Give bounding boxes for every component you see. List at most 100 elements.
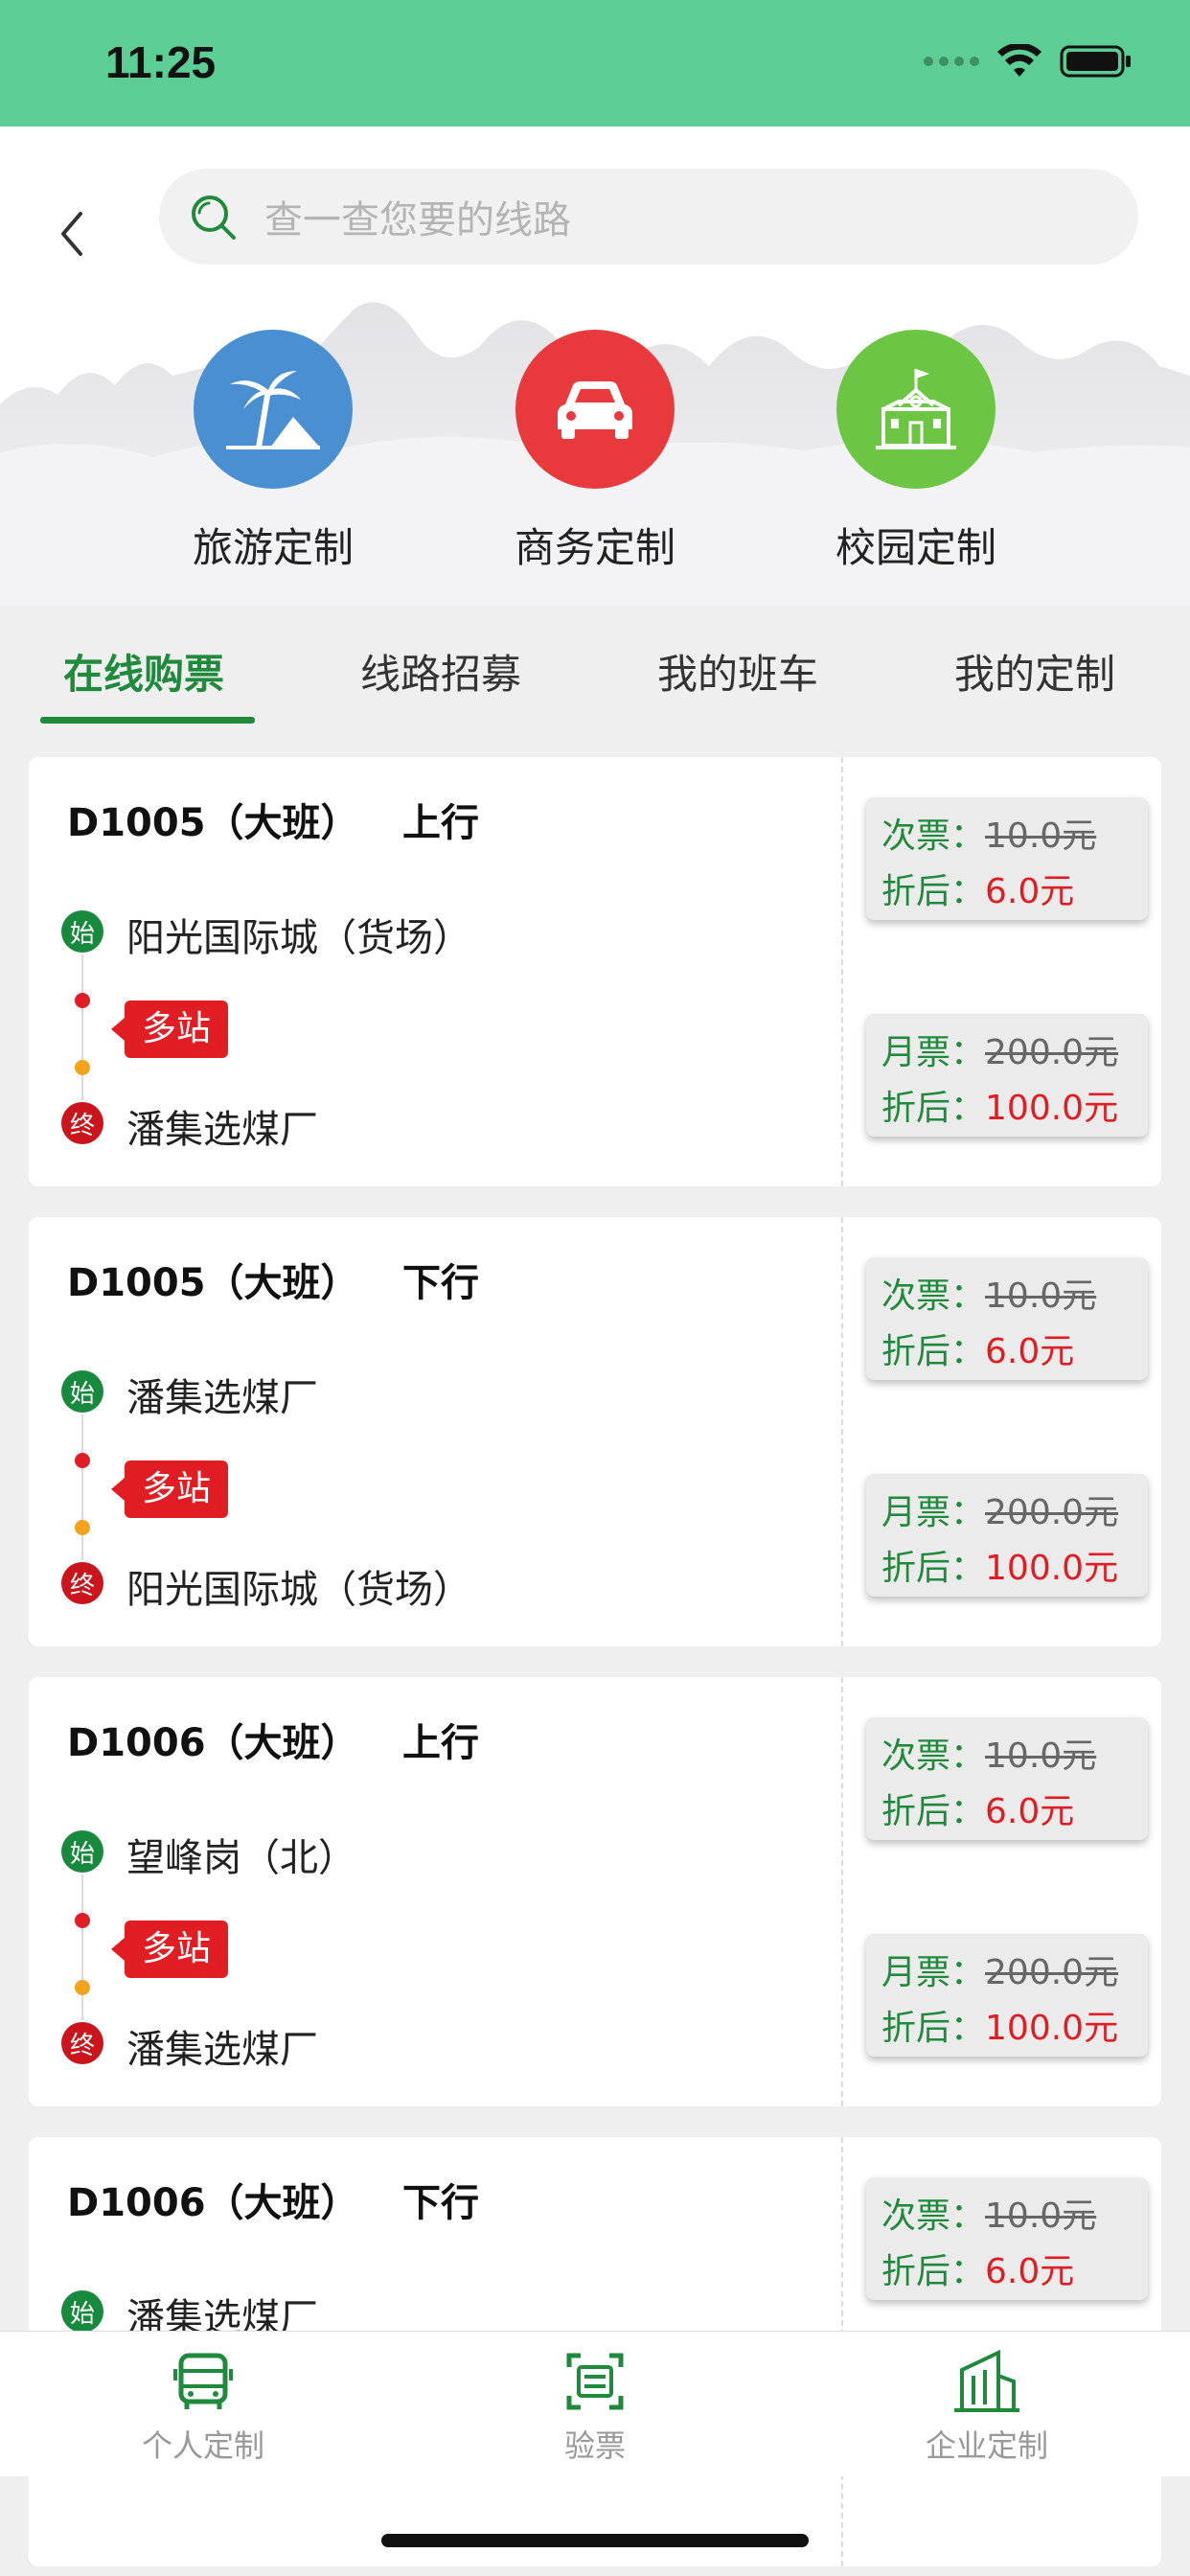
status-bar: 11:25 — [0, 0, 1190, 126]
tab-my-shuttle[interactable]: 我的班车 — [657, 642, 818, 701]
price-label: 月票： — [881, 1953, 986, 1992]
status-icons — [924, 44, 1133, 79]
car-icon — [515, 330, 675, 489]
price-label: 折后： — [881, 2009, 986, 2048]
monthly-ticket-button[interactable]: 月票：200.0元 折后：100.0元 — [866, 1934, 1148, 2057]
category-label: 商务定制 — [514, 524, 675, 571]
back-button[interactable] — [57, 186, 105, 282]
home-indicator — [381, 2534, 809, 2547]
active-tab-indicator — [40, 717, 255, 724]
tab-my-custom[interactable]: 我的定制 — [954, 642, 1115, 701]
card-divider — [841, 757, 843, 1186]
price-label: 折后： — [881, 1332, 986, 1371]
discount-price: 6.0元 — [985, 1792, 1075, 1831]
start-badge: 始 — [61, 910, 103, 953]
single-ticket-button[interactable]: 次票：10.0元 折后：6.0元 — [866, 2177, 1148, 2300]
discount-price: 6.0元 — [985, 1332, 1075, 1371]
category-travel[interactable]: 旅游定制 — [158, 330, 388, 574]
route-code: D1005（大班） — [67, 1261, 359, 1305]
price-label: 折后： — [881, 1792, 986, 1831]
palm-tree-icon — [194, 330, 353, 489]
search-icon — [192, 196, 236, 240]
discount-price: 100.0元 — [985, 1089, 1119, 1128]
building-icon — [954, 2349, 1019, 2412]
multi-stop-badge: 多站 — [110, 1460, 229, 1518]
route-direction: 上行 — [402, 1721, 479, 1765]
price-label: 次票： — [881, 816, 986, 856]
single-ticket-button[interactable]: 次票：10.0元 折后：6.0元 — [866, 1257, 1148, 1380]
route-line — [81, 1874, 83, 2020]
original-price: 200.0元 — [985, 1953, 1119, 1992]
ticket-scan-icon — [566, 2353, 624, 2410]
end-stop: 潘集选煤厂 — [126, 2028, 318, 2072]
price-label: 月票： — [881, 1493, 986, 1532]
route-card[interactable]: D1006（大班） 上行 始 望峰岗（北） 多站 终 潘集选煤厂 次票：10.0… — [29, 1677, 1161, 2106]
multi-stop-badge: 多站 — [110, 1000, 229, 1058]
start-stop: 阳光国际城（货场） — [126, 916, 471, 960]
route-card[interactable]: D1005（大班） 下行 始 潘集选煤厂 多站 终 阳光国际城（货场） 次票：1… — [29, 1217, 1161, 1646]
price-label: 次票： — [881, 1276, 986, 1316]
route-code: D1006（大班） — [67, 1721, 359, 1765]
discount-price: 6.0元 — [985, 872, 1075, 911]
category-label: 旅游定制 — [192, 524, 354, 571]
bus-icon — [173, 2353, 233, 2409]
route-dot — [75, 1520, 90, 1535]
card-divider — [841, 1677, 843, 2106]
end-stop: 潘集选煤厂 — [126, 1108, 318, 1152]
discount-price: 100.0元 — [985, 1549, 1119, 1588]
nav-ticket-check[interactable]: 验票 — [480, 2343, 710, 2466]
monthly-ticket-button[interactable]: 月票：200.0元 折后：100.0元 — [866, 1474, 1148, 1597]
route-dot — [75, 1453, 90, 1468]
route-direction: 下行 — [402, 1261, 479, 1305]
school-icon — [836, 330, 995, 489]
category-campus[interactable]: 校园定制 — [801, 330, 1031, 574]
monthly-ticket-button[interactable]: 月票：200.0元 折后：100.0元 — [866, 1014, 1148, 1137]
price-label: 月票： — [881, 1033, 986, 1072]
price-label: 次票： — [881, 1736, 986, 1776]
single-ticket-button[interactable]: 次票：10.0元 折后：6.0元 — [866, 797, 1148, 920]
battery-icon — [1060, 45, 1131, 78]
end-stop: 阳光国际城（货场） — [126, 1568, 471, 1612]
tab-online-ticket[interactable]: 在线购票 — [63, 642, 224, 701]
route-code: D1005（大班） — [67, 801, 359, 845]
nav-enterprise-custom[interactable]: 企业定制 — [872, 2343, 1102, 2466]
chevron-left-icon — [61, 212, 82, 256]
start-stop: 潘集选煤厂 — [126, 1376, 318, 1420]
multi-stop-badge: 多站 — [110, 1920, 229, 1978]
route-dot — [75, 1060, 90, 1075]
tab-bar: 在线购票 线路招募 我的班车 我的定制 — [0, 606, 1190, 728]
discount-price: 100.0元 — [985, 2009, 1119, 2048]
price-label: 次票： — [881, 2196, 986, 2236]
original-price: 10.0元 — [985, 2196, 1097, 2236]
nav-label: 个人定制 — [141, 2427, 264, 2464]
nav-personal-custom[interactable]: 个人定制 — [88, 2343, 318, 2466]
single-ticket-button[interactable]: 次票：10.0元 折后：6.0元 — [866, 1717, 1148, 1840]
end-badge: 终 — [61, 1562, 103, 1604]
nav-label: 企业定制 — [925, 2427, 1048, 2464]
start-badge: 始 — [61, 2290, 103, 2333]
discount-price: 6.0元 — [985, 2252, 1075, 2291]
original-price: 10.0元 — [985, 1276, 1097, 1316]
route-dot — [75, 1980, 90, 1995]
category-label: 校园定制 — [835, 524, 996, 571]
original-price: 10.0元 — [985, 816, 1097, 856]
price-label: 折后： — [881, 1549, 986, 1588]
category-business[interactable]: 商务定制 — [480, 330, 710, 574]
price-label: 折后： — [881, 872, 986, 911]
wifi-icon — [997, 44, 1041, 77]
original-price: 200.0元 — [985, 1033, 1119, 1072]
original-price: 10.0元 — [985, 1736, 1097, 1776]
route-line — [81, 954, 83, 1100]
header: 查一查您要的线路 旅游定制 商务定制 校园定制 — [0, 126, 1190, 606]
route-card[interactable]: D1005（大班） 上行 始 阳光国际城（货场） 多站 终 潘集选煤厂 次票：1… — [29, 757, 1161, 1186]
bottom-nav: 个人定制 验票 企业定制 — [0, 2331, 1190, 2476]
start-stop: 望峰岗（北） — [126, 1836, 356, 1880]
route-direction: 上行 — [402, 801, 479, 845]
start-badge: 始 — [61, 1830, 103, 1873]
signal-icon — [924, 57, 979, 66]
original-price: 200.0元 — [985, 1493, 1119, 1532]
end-badge: 终 — [61, 1102, 103, 1144]
tab-route-recruit[interactable]: 线路招募 — [360, 642, 521, 701]
route-dot — [75, 993, 90, 1008]
search-input[interactable]: 查一查您要的线路 — [159, 169, 1138, 264]
